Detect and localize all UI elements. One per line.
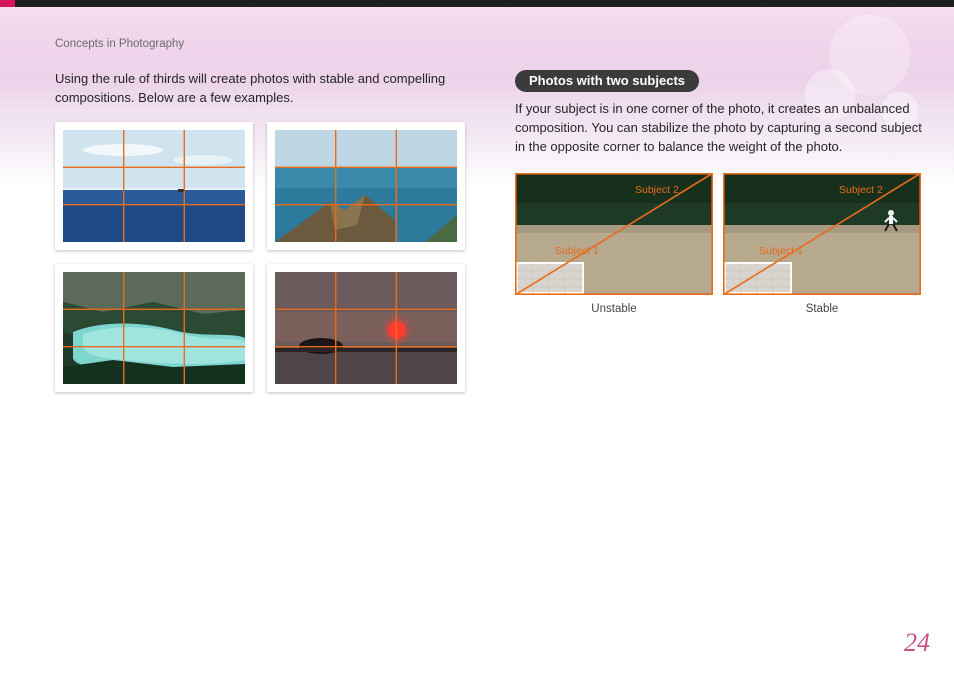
- breadcrumb: Concepts in Photography: [55, 38, 184, 50]
- example-photo-1: [55, 122, 253, 250]
- top-bar-accent: [0, 0, 15, 7]
- section-body-text: If your subject is in one corner of the …: [515, 100, 935, 157]
- example-photo-2: [267, 122, 465, 250]
- rule-of-thirds-grid-icon: [63, 130, 245, 242]
- top-bar: [0, 0, 954, 7]
- right-column: Photos with two subjects If your subject…: [515, 70, 935, 636]
- diagonal-overlay-icon: Subject 1 Subject 2: [515, 173, 713, 295]
- rule-of-thirds-grid-icon: [275, 272, 457, 384]
- section-heading-pill: Photos with two subjects: [515, 70, 699, 92]
- subject1-label: Subject 1: [555, 245, 599, 257]
- subject2-label: Subject 2: [635, 184, 679, 196]
- caption-unstable: Unstable: [515, 303, 713, 315]
- subject2-label: Subject 2: [839, 184, 883, 196]
- examples-grid: [55, 122, 475, 392]
- comparison-pair: Subject 1 Subject 2 Unstable: [515, 173, 935, 315]
- caption-stable: Stable: [723, 303, 921, 315]
- intro-text: Using the rule of thirds will create pho…: [55, 70, 475, 108]
- example-photo-4: [267, 264, 465, 392]
- left-column: Using the rule of thirds will create pho…: [55, 70, 475, 636]
- comparison-stable: Subject 1 Subject 2 Stable: [723, 173, 921, 315]
- subject1-label: Subject 1: [759, 245, 803, 257]
- page-number: 24: [904, 628, 930, 658]
- diagonal-overlay-icon: Subject 1 Subject 2: [723, 173, 921, 295]
- example-photo-3: [55, 264, 253, 392]
- comparison-unstable: Subject 1 Subject 2 Unstable: [515, 173, 713, 315]
- rule-of-thirds-grid-icon: [63, 272, 245, 384]
- rule-of-thirds-grid-icon: [275, 130, 457, 242]
